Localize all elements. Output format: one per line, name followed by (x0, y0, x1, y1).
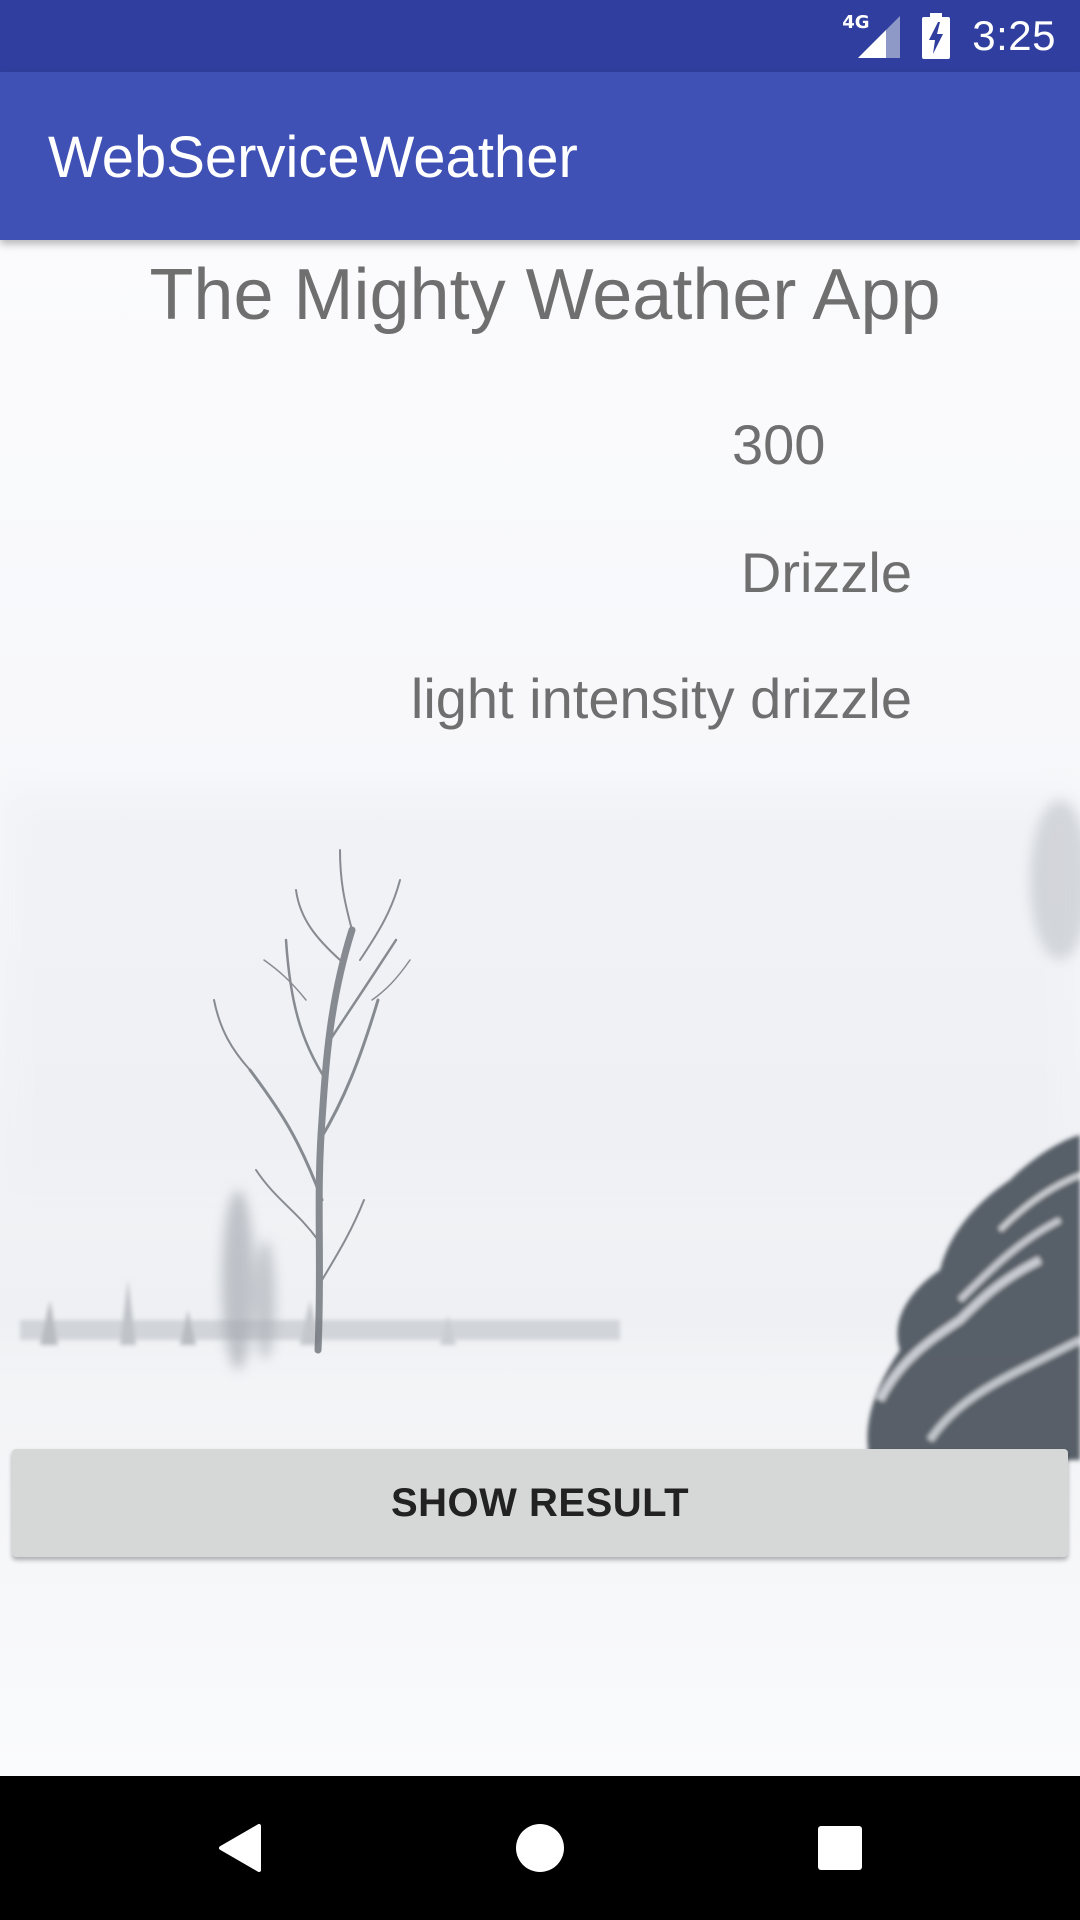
app-title: WebServiceWeather (48, 125, 578, 190)
weather-main-text: Drizzle (740, 541, 912, 604)
weather-id-text: 300 (732, 413, 826, 476)
battery-charging-icon (922, 13, 951, 59)
back-icon (219, 1824, 261, 1872)
signal-icon (858, 16, 901, 58)
recents-button[interactable] (760, 1776, 920, 1920)
app-bar: WebServiceWeather (0, 72, 1080, 240)
show-result-button[interactable]: SHOW RESULT (12, 1449, 1068, 1557)
status-icons: 4G 3:25 (842, 0, 1056, 72)
recents-icon (818, 1826, 862, 1870)
navigation-bar (0, 1776, 1080, 1920)
home-icon (516, 1824, 564, 1872)
home-button[interactable] (460, 1776, 620, 1920)
status-bar: 4G 3:25 (0, 0, 1080, 72)
signal-indicator: 4G (842, 12, 901, 58)
status-time: 3:25 (972, 12, 1056, 59)
main-content: The Mighty Weather App 300 Drizzle light… (0, 240, 1080, 1776)
back-button[interactable] (160, 1776, 320, 1920)
weather-description-text: light intensity drizzle (410, 667, 912, 730)
app-heading: The Mighty Weather App (149, 255, 941, 335)
phone-screen: 4G 3:25 WebServiceWeather The Mighty Wea… (0, 0, 1080, 1920)
